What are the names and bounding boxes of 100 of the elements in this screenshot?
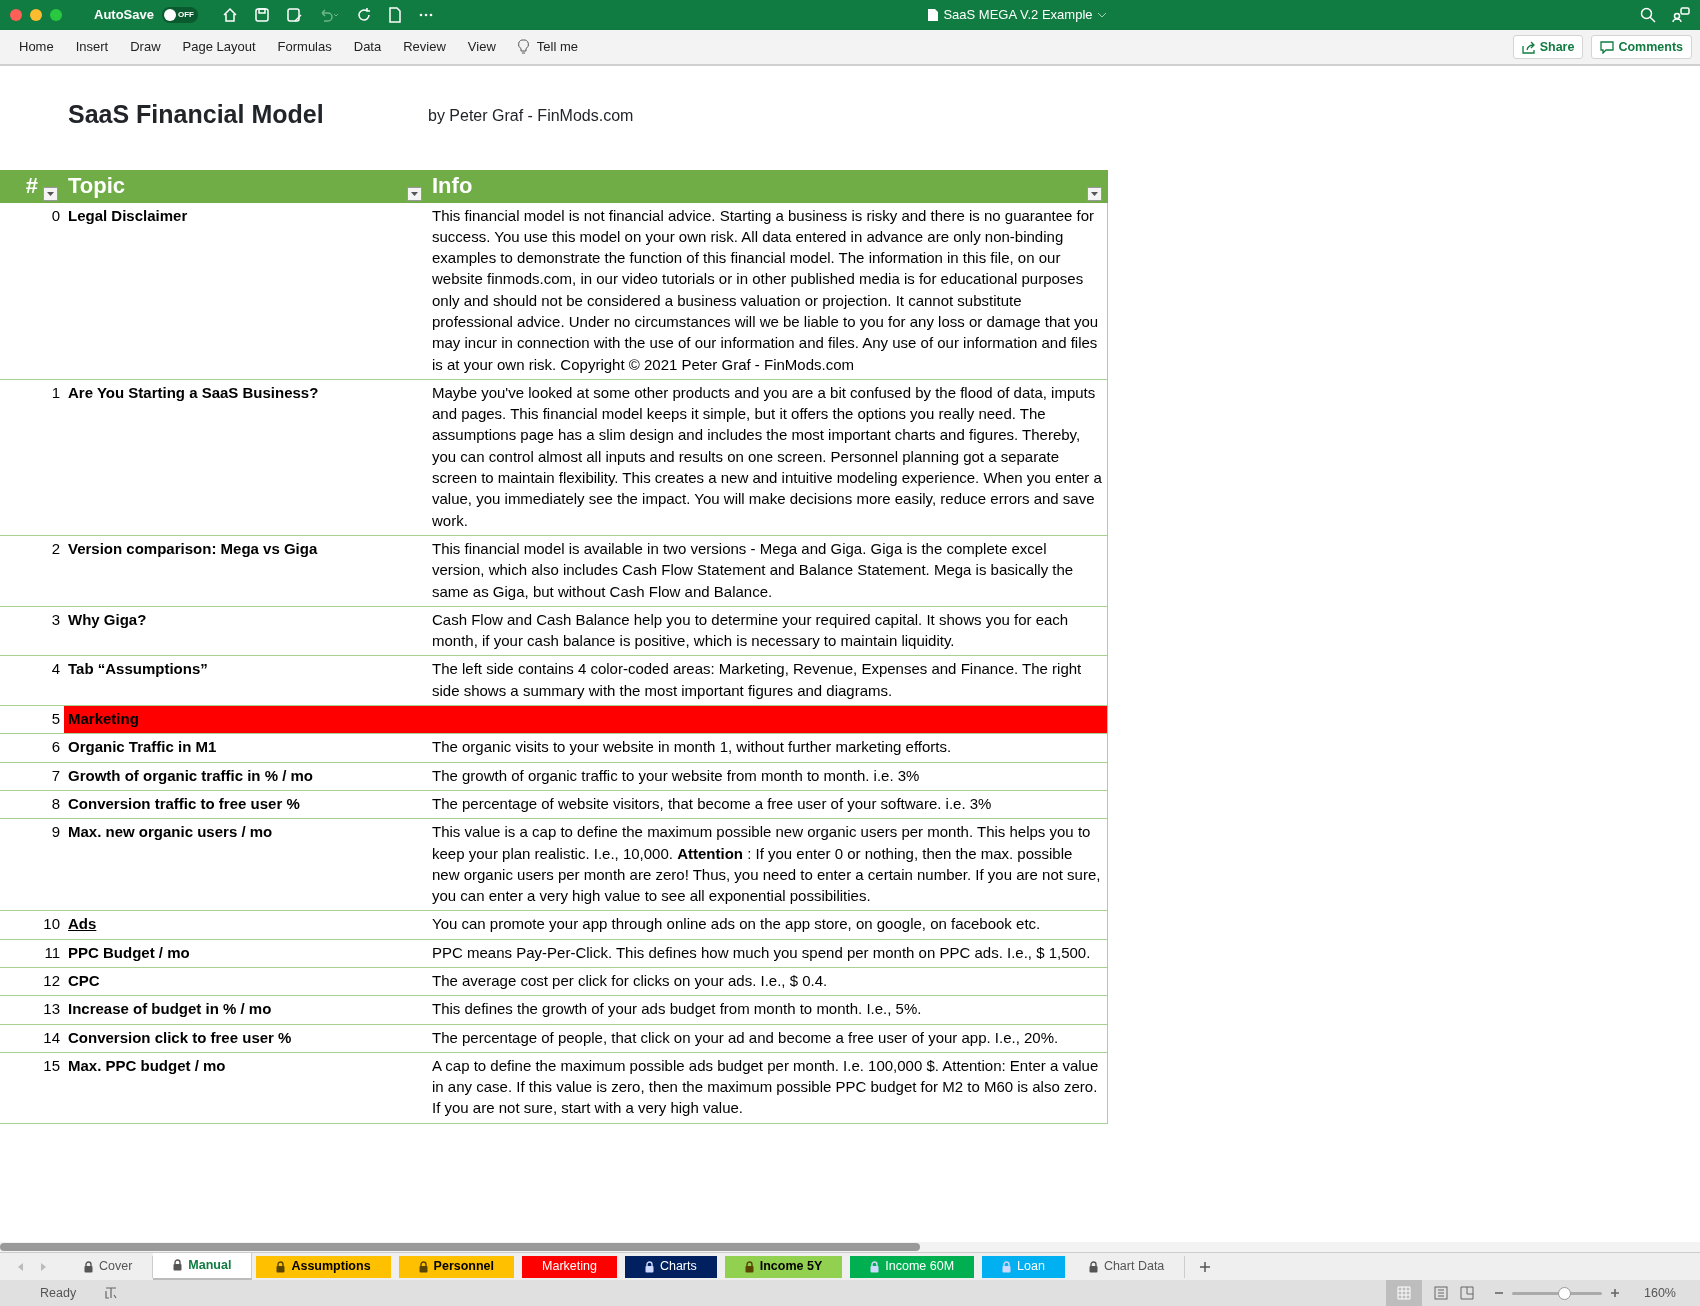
info-cell: PPC means Pay-Per-Click. This defines how much you spend per month on PPC ads. I.e., $ 1,500. bbox=[428, 939, 1108, 968]
ribbon-tab[interactable]: Review bbox=[392, 37, 457, 57]
info-cell: The percentage of website visitors, that become a free user of your software. i.e. 3% bbox=[428, 790, 1108, 819]
topic-cell: Conversion click to free user % bbox=[64, 1024, 428, 1053]
macro-record-icon[interactable] bbox=[104, 1286, 119, 1300]
person-message-icon[interactable] bbox=[1672, 7, 1690, 23]
row-number: 15 bbox=[0, 1052, 64, 1124]
next-sheet-icon[interactable] bbox=[40, 1261, 48, 1272]
save-as-icon[interactable] bbox=[285, 7, 302, 23]
row-number: 2 bbox=[0, 535, 64, 607]
topic-cell: Legal Disclaimer bbox=[64, 202, 428, 380]
byline: by Peter Graf - FinMods.com bbox=[428, 106, 634, 126]
add-sheet-icon[interactable] bbox=[1199, 1260, 1212, 1273]
save-icon[interactable] bbox=[253, 7, 270, 23]
topic-cell: CPC bbox=[64, 967, 428, 996]
chevron-icon[interactable] bbox=[1096, 11, 1107, 19]
page-break-view-icon[interactable] bbox=[1460, 1286, 1474, 1300]
zoom-slider-thumb[interactable] bbox=[1558, 1286, 1572, 1300]
topic-cell: Tab “Assumptions” bbox=[64, 655, 428, 706]
ribbon-tab[interactable]: Page Layout bbox=[171, 37, 267, 57]
search-icon[interactable] bbox=[1640, 7, 1656, 23]
ribbon-tab[interactable]: View bbox=[456, 37, 507, 57]
row-number: 14 bbox=[0, 1024, 64, 1053]
ribbon-tab[interactable]: Formulas bbox=[266, 37, 343, 57]
redo-icon[interactable] bbox=[355, 7, 372, 23]
column-header: # bbox=[0, 169, 64, 203]
row-number: 10 bbox=[0, 910, 64, 940]
row-number: 1 bbox=[0, 379, 64, 536]
info-cell: Cash Flow and Cash Balance help you to determine your required capital. It shows you for each month, if your cash balance is positive, which is necessary to maintain liquidity. bbox=[428, 606, 1108, 656]
info-cell: The average cost per click for clicks on your ads. I.e., $ 0.4. bbox=[428, 967, 1108, 996]
home-icon[interactable] bbox=[221, 7, 238, 23]
previous-sheet-icon[interactable] bbox=[16, 1261, 24, 1272]
info-cell: A cap to define the maximum possible ads budget per month. I.e. 100,000 $. Attention: Enter a value in any case. If this value is zero, then the maximum possible PPC budget for M2 to M60 is also zero. If you are not sure, start with a very high value. bbox=[428, 1052, 1108, 1124]
row-number: 6 bbox=[0, 733, 64, 763]
zoom-level: 160% bbox=[1644, 1284, 1676, 1302]
row-number: 7 bbox=[0, 762, 64, 791]
row-number: 13 bbox=[0, 995, 64, 1025]
topic-cell: Max. new organic users / mo bbox=[64, 818, 428, 911]
grid-icon bbox=[1397, 1286, 1411, 1300]
topic-cell: Conversion traffic to free user % bbox=[64, 790, 428, 819]
info-cell: This financial model is available in two versions - Mega and Giga. Giga is the complete excel version, which also includes Cash Flow Statement and Balance Statement. Mega is basically the same as Giga, but without Cash Flow and Balance. bbox=[428, 535, 1108, 607]
autosave-toggle[interactable]: OFF bbox=[161, 7, 198, 23]
sheet-tab[interactable]: Chart Data bbox=[1068, 1255, 1186, 1278]
info-cell: This value is a cap to define the maximum possible new organic users per month. This helps you to keep your plan realistic. I.e., 10,000. Attention : If you enter 0 or nothing, then the max. possible new organic users per month are zero! Thus, you need to enter a certain number. If you are not sure, you can enter a very high value to see all exponential possibilities. bbox=[428, 818, 1108, 911]
status-text: Ready bbox=[40, 1284, 77, 1302]
tell-me-search[interactable]: Tell me bbox=[506, 37, 589, 57]
topic-cell: Version comparison: Mega vs Giga bbox=[64, 535, 428, 607]
share-button[interactable]: Share bbox=[1512, 34, 1584, 60]
autosave-label: AutoSave bbox=[94, 6, 154, 25]
filter-dropdown-icon[interactable] bbox=[1086, 186, 1102, 201]
info-cell: The percentage of people, that click on your ad and become a free user of your app. I.e., 20%. bbox=[428, 1024, 1108, 1053]
ribbon-tab[interactable]: Home bbox=[8, 37, 65, 57]
info-cell: The left side contains 4 color-coded areas: Marketing, Revenue, Expenses and Finance. The right side shows a summary with the most important figures and diagrams. bbox=[428, 655, 1108, 706]
comment-icon bbox=[1600, 40, 1615, 54]
ribbon-tab[interactable]: Draw bbox=[119, 37, 172, 57]
topic-cell: Ads bbox=[64, 910, 428, 940]
zoom-in-icon[interactable] bbox=[1610, 1288, 1620, 1298]
topic-cell: Growth of organic traffic in % / mo bbox=[64, 762, 428, 791]
info-cell: This financial model is not financial advice. Starting a business is risky and there is no guarantee for success. You use this model on your own risk. All data entered in advance are only non-binding examples to demonstrate the function of this financial model. The information in this file, on our website finmods.com, in our video tutorials or in other published media is for educational purposes only and should not be considered a business valuation or projection. It cannot substitute professional advice. Under no circumstances will we be liable to you for any loss or damage that you may incur in connection with the use of our information and files. Any use of our information and files is at your own risk. Copyright © 2021 Peter Graf - FinMods.com bbox=[428, 202, 1108, 380]
sheet-tab[interactable]: Assumptions bbox=[256, 1255, 391, 1278]
sheet-title: SaaS Financial Model bbox=[67, 99, 325, 130]
filter-dropdown-icon[interactable] bbox=[407, 186, 422, 201]
info-cell: The organic visits to your website in month 1, without further marketing efforts. bbox=[428, 733, 1108, 763]
horizontal-scrollbar[interactable] bbox=[0, 1243, 920, 1251]
row-number: 4 bbox=[0, 655, 64, 706]
window-title: SaaS MEGA V.2 Example bbox=[943, 6, 1093, 25]
document-icon[interactable] bbox=[387, 7, 402, 23]
sheet-tab[interactable]: Personnel bbox=[398, 1255, 515, 1278]
sheet-tab[interactable]: Income 5Y bbox=[724, 1255, 843, 1278]
row-number: 12 bbox=[0, 967, 64, 996]
section-heading: Marketing bbox=[64, 705, 1108, 734]
ribbon-tab[interactable]: Data bbox=[342, 37, 393, 57]
page-layout-view-icon[interactable] bbox=[1434, 1286, 1448, 1300]
share-icon bbox=[1521, 40, 1536, 54]
sheet-tab[interactable]: Manual bbox=[153, 1252, 253, 1280]
lightbulb-icon bbox=[517, 39, 529, 55]
info-cell: The growth of organic traffic to your website from month to month. i.e. 3% bbox=[428, 762, 1108, 791]
window-control[interactable] bbox=[50, 9, 62, 21]
sheet-tab[interactable]: Charts bbox=[624, 1255, 717, 1278]
sort-filter-icon[interactable] bbox=[43, 186, 58, 201]
topic-cell: Organic Traffic in M1 bbox=[64, 733, 428, 763]
topic-cell: Are You Starting a SaaS Business? bbox=[64, 379, 428, 536]
topic-cell: PPC Budget / mo bbox=[64, 939, 428, 968]
normal-view-button[interactable] bbox=[1386, 1280, 1422, 1306]
topic-cell: Max. PPC budget / mo bbox=[64, 1052, 428, 1124]
info-cell: This defines the growth of your ads budget from month to month. I.e., 5%. bbox=[428, 995, 1108, 1025]
ribbon-tab[interactable]: Insert bbox=[64, 37, 120, 57]
sheet-tab[interactable]: Marketing bbox=[522, 1255, 617, 1278]
comments-button[interactable]: Comments bbox=[1591, 34, 1692, 60]
row-number: 11 bbox=[0, 939, 64, 968]
topic-cell: Increase of budget in % / mo bbox=[64, 995, 428, 1025]
column-header: Topic bbox=[64, 169, 428, 203]
info-cell: Maybe you've looked at some other products and you are a bit confused by the flood of data, imputs and pages. This financial model keeps it simple, but it offers the options you really need. The assumptions page has a slim design and includes the most important charts and figures. Thereby, you can control almost all inputs and results on one screen. Personnel planning got a separate screen to maintain flexibility. This creates a new and intuitive modeling experience. When you enter a value, you immediately see the impact. You will make decisions more easily, reduce errors and save work. bbox=[428, 379, 1108, 536]
window-control[interactable] bbox=[10, 9, 22, 21]
row-number: 3 bbox=[0, 606, 64, 656]
window-control[interactable] bbox=[30, 9, 42, 21]
topic-cell: Why Giga? bbox=[64, 606, 428, 656]
row-number: 9 bbox=[0, 818, 64, 911]
column-header: Info bbox=[428, 169, 1108, 203]
info-cell: You can promote your app through online ads on the app store, on google, on facebook etc. bbox=[428, 910, 1108, 940]
